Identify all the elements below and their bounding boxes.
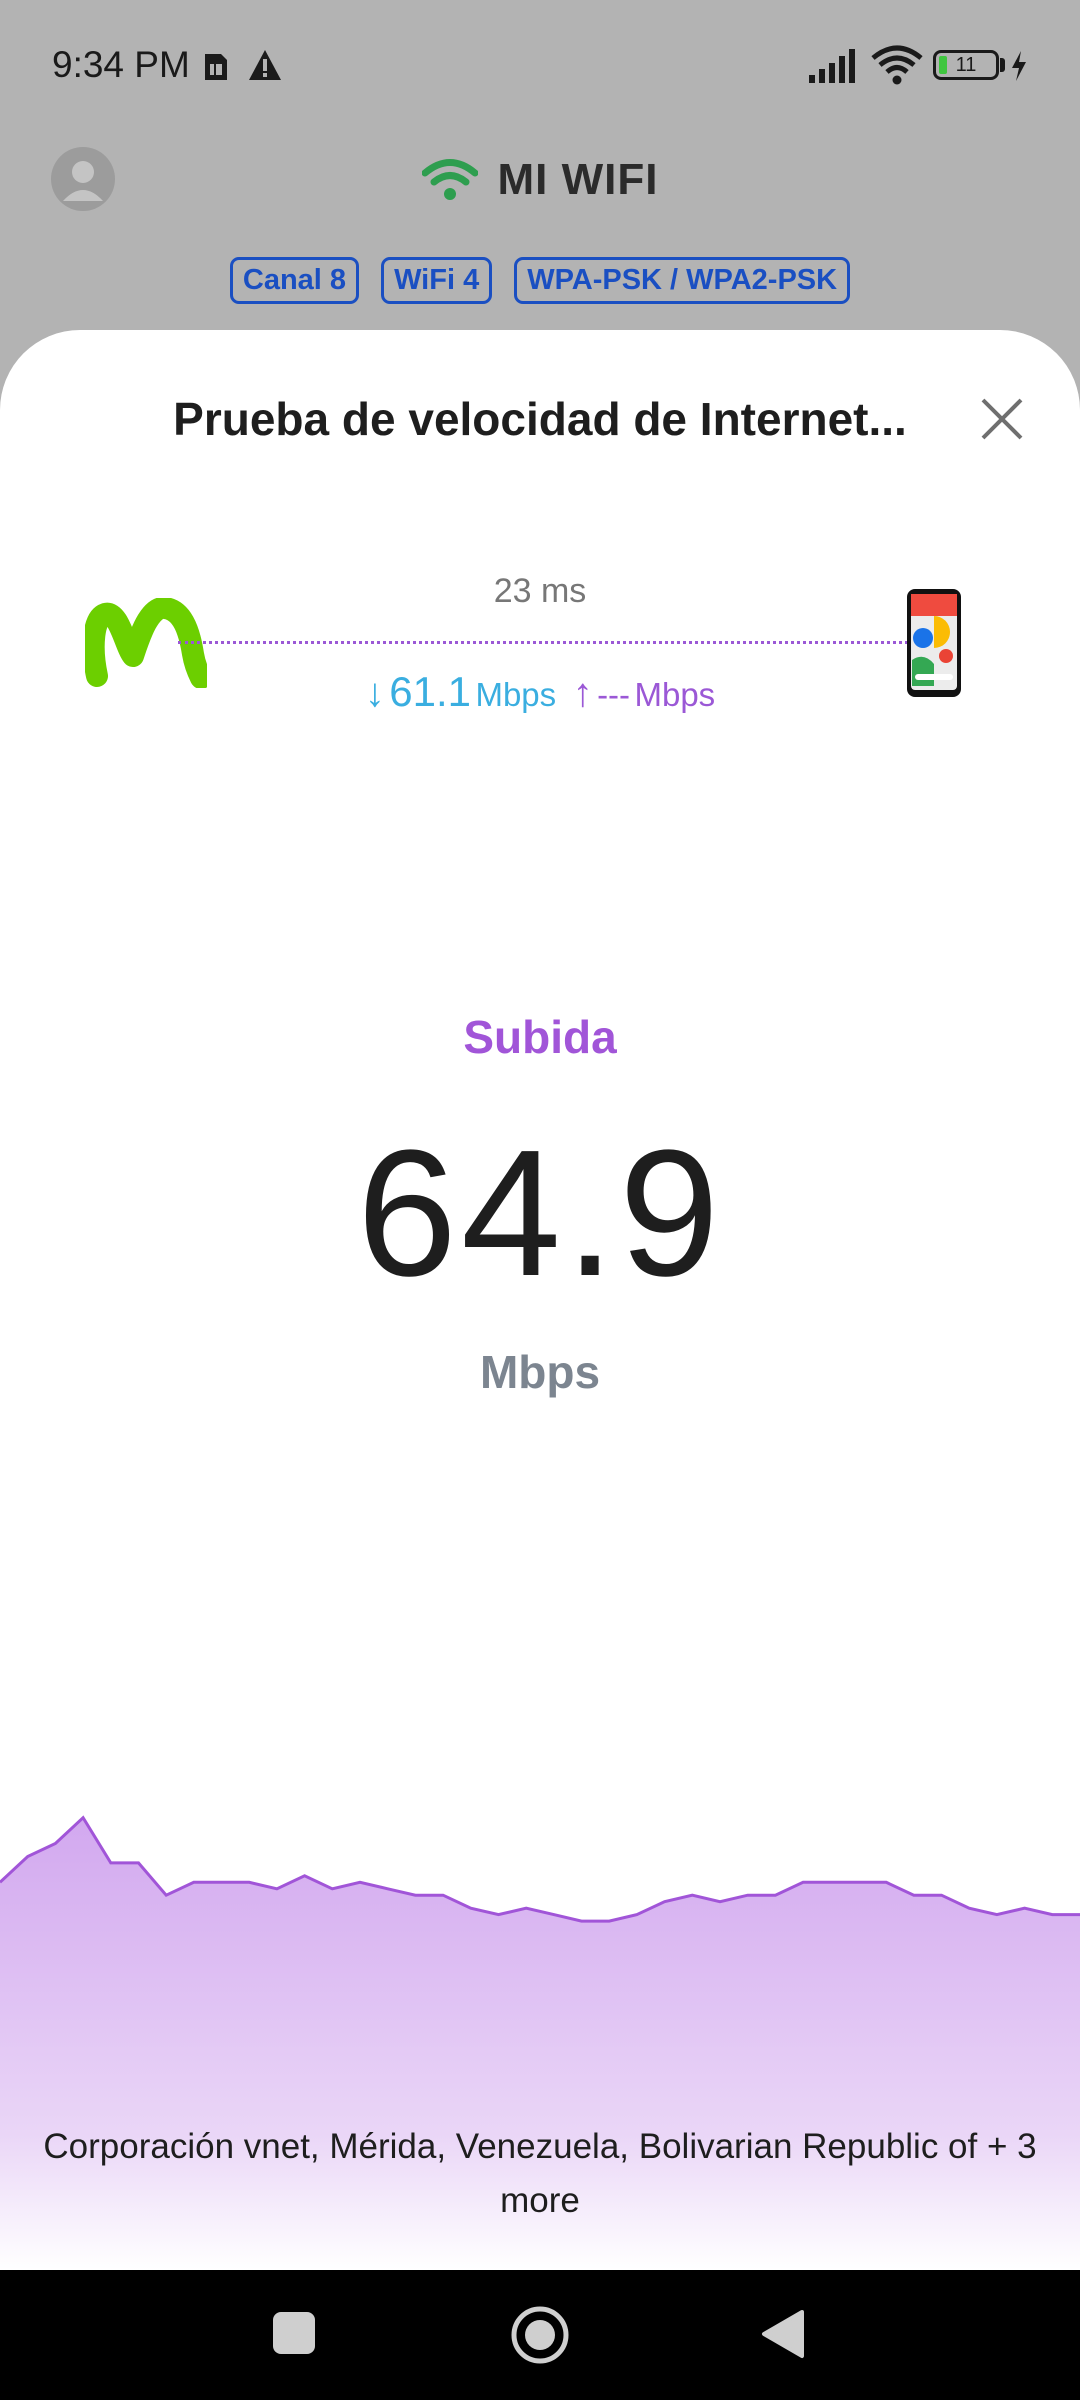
charging-bolt-icon xyxy=(1012,51,1026,81)
upload-value: --- xyxy=(597,676,631,713)
ping-value: 23 ms xyxy=(493,572,587,610)
current-speed-value: 64.9 xyxy=(356,1113,724,1314)
speed-summary: ↓ 61.1 Mbps ↑ --- Mbps xyxy=(0,668,1080,716)
download-unit: Mbps xyxy=(475,676,557,713)
test-phase-label: Subida xyxy=(463,1011,617,1063)
channel-tag: Canal 8 xyxy=(229,257,360,304)
battery-level: 11 xyxy=(955,54,977,76)
close-icon[interactable] xyxy=(975,392,1029,446)
battery-tip xyxy=(1000,58,1005,72)
sheet-title: Prueba de velocidad de Internet... xyxy=(173,393,907,445)
home-button[interactable] xyxy=(510,2305,570,2365)
sim-card-icon xyxy=(205,54,227,80)
connection-line xyxy=(178,641,908,644)
upload-unit: Mbps xyxy=(634,676,716,713)
battery-icon: 11 xyxy=(933,50,999,80)
status-time: 9:34 PM xyxy=(52,44,190,85)
cell-signal-icon xyxy=(809,49,855,83)
wifi-standard-tag: WiFi 4 xyxy=(381,257,493,304)
speed-test-sheet: Prueba de velocidad de Internet... 23 ms… xyxy=(0,330,1080,2270)
wifi-signal-icon xyxy=(871,45,923,85)
download-value: 61.1 xyxy=(389,668,471,715)
status-bar: 9:34 PM 11 xyxy=(0,0,1080,130)
upload-arrow-icon: ↑ xyxy=(572,671,593,715)
header: MI WIFI xyxy=(0,150,1080,210)
security-tag: WPA-PSK / WPA2-PSK xyxy=(514,257,851,304)
network-name: MI WIFI xyxy=(497,155,659,204)
recent-apps-button[interactable] xyxy=(273,2312,315,2354)
back-button[interactable] xyxy=(760,2308,806,2360)
warning-icon xyxy=(249,50,281,80)
wifi-icon xyxy=(421,159,478,200)
network-tags: Canal 8 WiFi 4 WPA-PSK / WPA2-PSK xyxy=(0,257,1080,304)
download-arrow-icon: ↓ xyxy=(364,671,385,715)
server-info: Corporación vnet, Mérida, Venezuela, Bol… xyxy=(43,2127,1037,2220)
current-speed-unit: Mbps xyxy=(479,1346,601,1398)
